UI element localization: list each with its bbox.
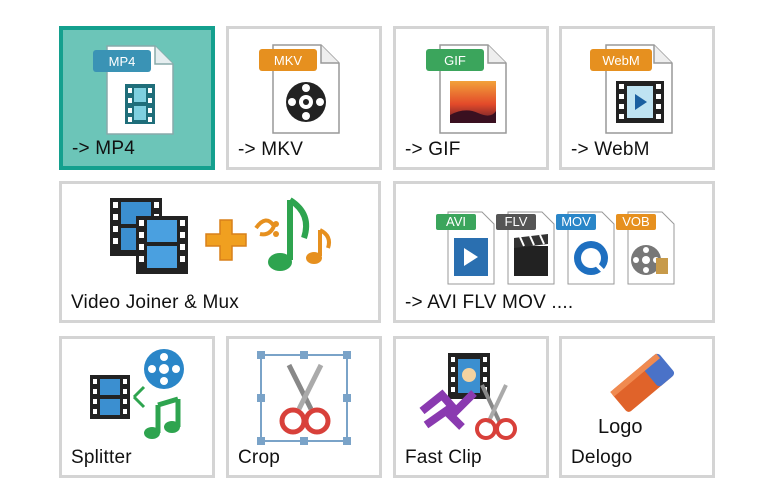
tile-label: -> AVI FLV MOV .... [405, 292, 574, 313]
svg-text:MP4: MP4 [109, 54, 136, 69]
scissors-crop-icon [257, 351, 351, 445]
multi-format-icon: AVI FLV MOV VOB [436, 211, 675, 285]
svg-text:MKV: MKV [274, 53, 303, 68]
file-film-icon: MP4 [93, 45, 174, 135]
svg-text:AVI: AVI [446, 214, 466, 229]
convert-mkv-tile[interactable]: MKV -> MKV [226, 26, 382, 170]
eraser-icon: Logo [598, 353, 675, 438]
convert-webm-tile[interactable]: WebM -> WebM [559, 26, 715, 170]
file-reel-icon: MKV [259, 44, 340, 134]
tile-label: Splitter [71, 447, 132, 468]
video-joiner-tile[interactable]: Video Joiner & Mux [59, 181, 381, 323]
svg-text:FLV: FLV [505, 214, 528, 229]
film-split-icon [90, 349, 184, 439]
file-image-icon: GIF [426, 44, 507, 134]
convert-multi-format-tile[interactable]: AVI FLV MOV VOB -> AVI FLV MOV .... [393, 181, 715, 323]
tile-label: Fast Clip [405, 447, 482, 468]
tile-label: Delogo [571, 447, 633, 468]
file-play-icon: WebM [590, 44, 673, 134]
splitter-tile[interactable]: Splitter [59, 336, 215, 478]
svg-text:Logo: Logo [598, 416, 643, 438]
svg-text:VOB: VOB [622, 214, 649, 229]
convert-gif-tile[interactable]: GIF -> GIF [393, 26, 549, 170]
tile-label: -> GIF [405, 139, 461, 160]
convert-mp4-tile[interactable]: MP4 -> MP4 [59, 26, 215, 170]
tile-label: -> MKV [238, 139, 304, 160]
tile-label: -> MP4 [72, 138, 135, 159]
film-plus-music-icon [110, 197, 331, 274]
delogo-tile[interactable]: Logo Delogo [559, 336, 715, 478]
crop-tile[interactable]: Crop [226, 336, 382, 478]
svg-text:GIF: GIF [444, 53, 466, 68]
fast-clip-icon [419, 353, 517, 440]
svg-text:WebM: WebM [602, 53, 639, 68]
svg-text:MOV: MOV [561, 214, 591, 229]
tile-label: Video Joiner & Mux [71, 292, 240, 313]
fast-clip-tile[interactable]: Fast Clip [393, 336, 549, 478]
tile-label: Crop [238, 447, 280, 468]
tile-label: -> WebM [571, 139, 650, 160]
